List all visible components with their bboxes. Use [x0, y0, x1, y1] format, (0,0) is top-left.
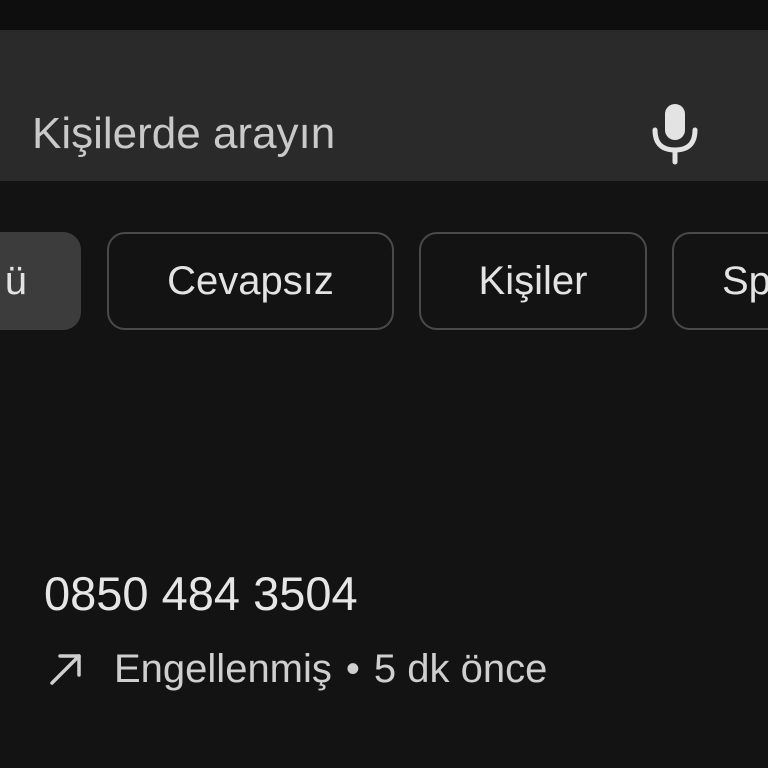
outgoing-call-arrow-icon: [50, 654, 81, 685]
separator-dot: •: [345, 646, 360, 691]
filter-chip-spam[interactable]: Sp: [672, 232, 768, 330]
call-log-number[interactable]: 0850 484 3504: [44, 566, 358, 622]
call-log-details: Engellenmiş • 5 dk önce: [46, 645, 547, 693]
filter-chip-missed[interactable]: Cevapsız: [107, 232, 394, 330]
filter-chip-label: Sp: [722, 258, 768, 303]
call-status: Engellenmiş: [114, 646, 332, 691]
search-bar[interactable]: Kişilerde arayın: [0, 30, 768, 181]
microphone-icon[interactable]: [648, 100, 702, 166]
call-history-screen: Kişilerde arayın ü Cevapsız Kişiler Sp 0…: [0, 0, 768, 768]
filter-chip-selected[interactable]: ü: [0, 232, 81, 330]
filter-chip-contacts[interactable]: Kişiler: [419, 232, 647, 330]
call-time: 5 dk önce: [373, 646, 548, 691]
search-input[interactable]: Kişilerde arayın: [32, 108, 335, 160]
status-bar-area: [0, 0, 768, 30]
filter-chip-label: ü: [4, 258, 27, 303]
filter-chip-label: Cevapsız: [167, 258, 334, 303]
filter-chip-label: Kişiler: [478, 258, 588, 303]
